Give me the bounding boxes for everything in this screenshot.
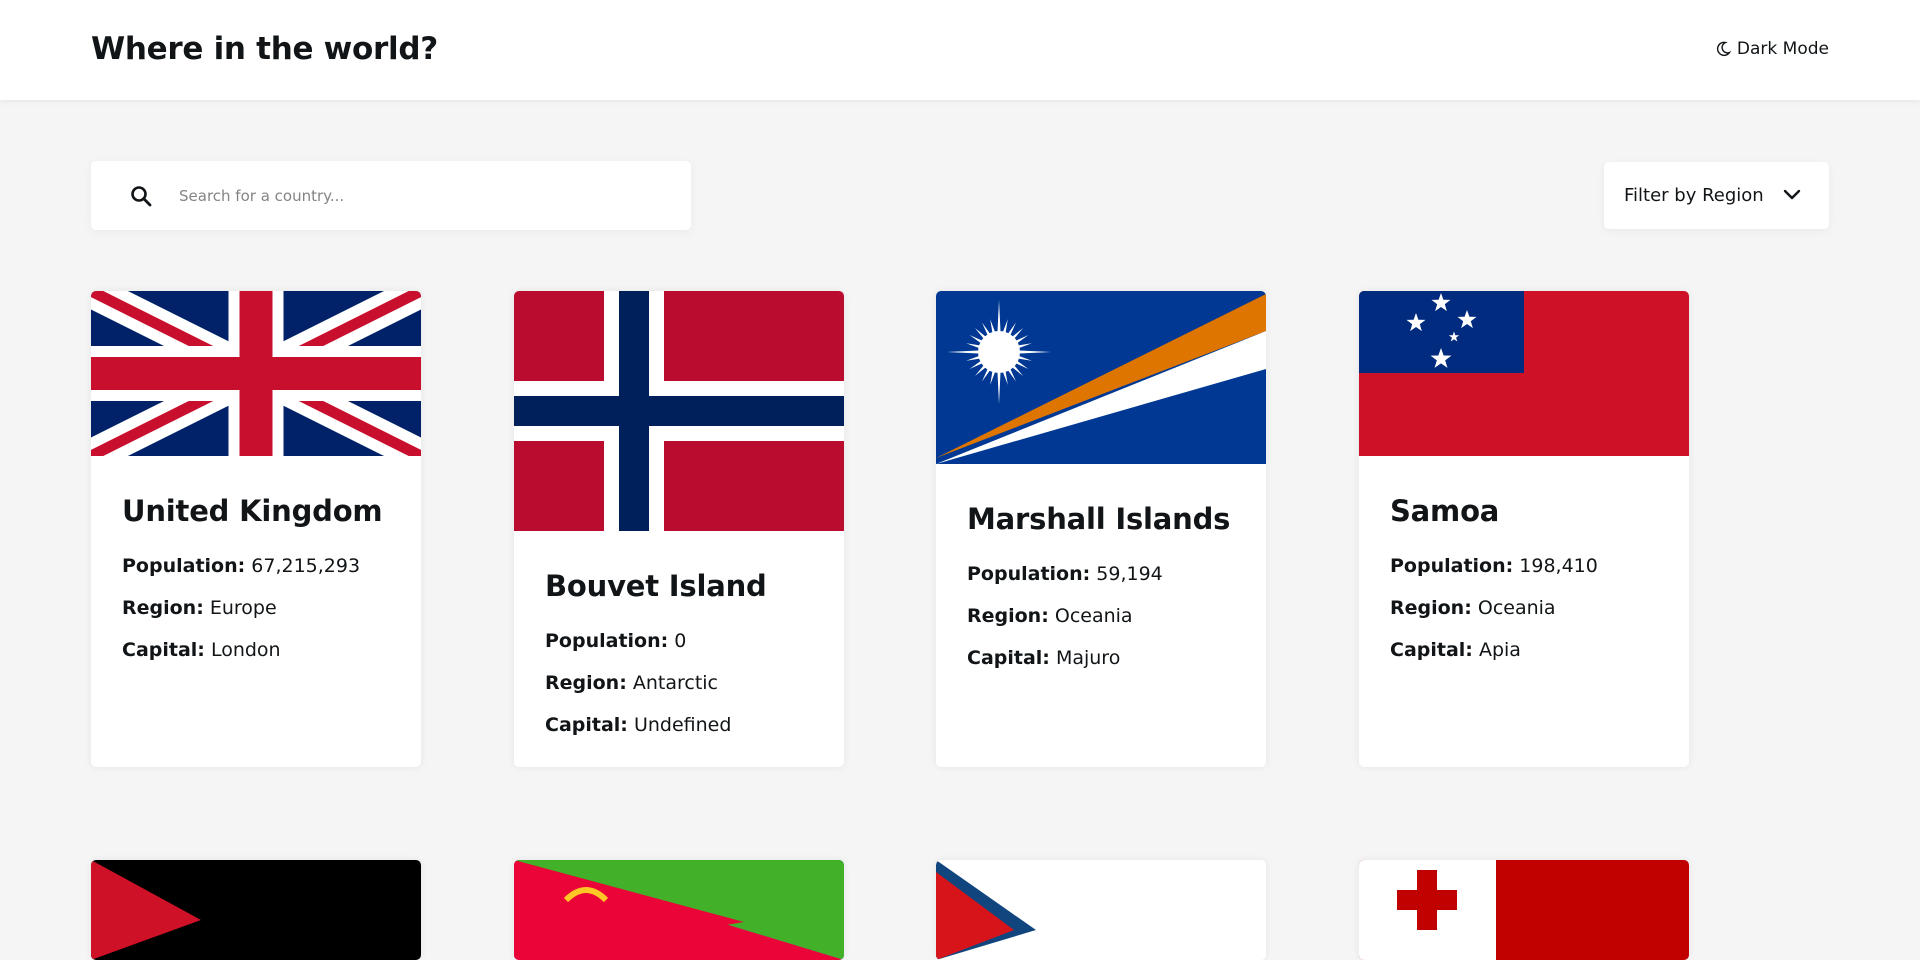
region-value: Antarctic (632, 672, 719, 694)
country-name: Samoa (1390, 494, 1500, 528)
region-value: Europe (209, 597, 277, 619)
country-card[interactable] (514, 860, 844, 960)
country-card[interactable]: Marshall Islands Population: 59,194 Regi… (936, 291, 1266, 767)
country-card[interactable] (1359, 860, 1689, 960)
population-value: 0 (674, 630, 687, 652)
dark-mode-toggle[interactable]: Dark Mode (1715, 39, 1829, 59)
country-card[interactable] (91, 860, 421, 960)
norway-style-flag (514, 291, 844, 531)
country-card[interactable]: Bouvet Island Population: 0 Region: Anta… (514, 291, 844, 767)
capital-row: Capital: London (122, 639, 281, 661)
population-row: Population: 67,215,293 (122, 555, 361, 577)
marshall-islands-flag (936, 291, 1266, 464)
population-row: Population: 0 (545, 630, 687, 652)
region-row: Region: Oceania (1390, 597, 1556, 619)
capital-value: Majuro (1055, 647, 1121, 669)
population-value: 59,194 (1096, 563, 1163, 585)
country-card[interactable]: Samoa Population: 198,410 Region: Oceani… (1359, 291, 1689, 767)
region-filter-dropdown[interactable]: Filter by Region (1604, 162, 1829, 229)
app-title: Where in the world? (91, 31, 438, 67)
population-row: Population: 59,194 (967, 563, 1163, 585)
capital-value: London (210, 639, 281, 661)
flag-image (91, 860, 421, 960)
population-value: 198,410 (1519, 555, 1598, 577)
population-value: 67,215,293 (251, 555, 361, 577)
tonga-flag (1359, 860, 1689, 960)
filter-label: Filter by Region (1624, 185, 1764, 206)
region-value: Oceania (1477, 597, 1556, 619)
country-name: Marshall Islands (967, 502, 1231, 536)
chevron-down-icon (1783, 189, 1801, 200)
capital-value: Apia (1478, 639, 1521, 661)
country-name: Bouvet Island (545, 569, 767, 603)
flag-image (936, 860, 1266, 960)
uk-flag (91, 291, 421, 456)
eritrea-flag (514, 860, 844, 960)
moon-icon (1716, 41, 1731, 57)
population-row: Population: 198,410 (1390, 555, 1598, 577)
capital-row: Capital: Undefined (545, 714, 732, 736)
capital-value: Undefined (633, 714, 732, 736)
region-row: Region: Oceania (967, 605, 1133, 627)
country-card[interactable]: United Kingdom Population: 67,215,293 Re… (91, 291, 421, 767)
region-row: Region: Europe (122, 597, 277, 619)
samoa-flag (1359, 291, 1689, 456)
capital-row: Capital: Apia (1390, 639, 1521, 661)
search-icon (131, 185, 152, 206)
capital-row: Capital: Majuro (967, 647, 1121, 669)
country-name: United Kingdom (122, 494, 383, 528)
country-card[interactable] (936, 860, 1266, 960)
dark-mode-label: Dark Mode (1736, 39, 1829, 59)
search-box[interactable] (91, 161, 691, 230)
search-input[interactable] (179, 186, 659, 205)
region-row: Region: Antarctic (545, 672, 719, 694)
top-bar: Where in the world? Dark Mode (0, 0, 1920, 100)
region-value: Oceania (1054, 605, 1133, 627)
